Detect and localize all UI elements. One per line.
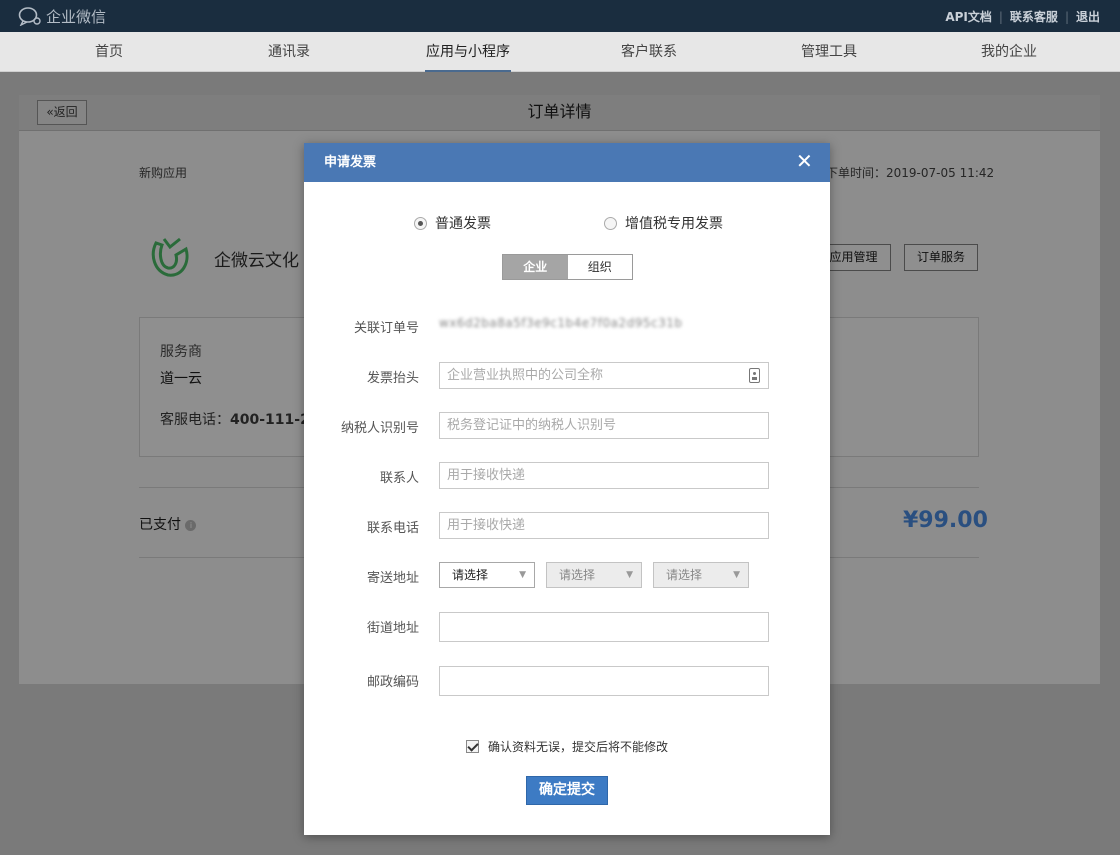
divider: | xyxy=(998,9,1003,24)
postcode-input[interactable] xyxy=(439,666,769,696)
page-title: 订单详情 xyxy=(527,102,592,121)
provider-name: 道一云 xyxy=(160,371,202,387)
id-card-icon[interactable] xyxy=(749,368,760,383)
street-input[interactable] xyxy=(439,612,769,642)
api-docs-link[interactable]: API文档 xyxy=(945,8,992,25)
city-select[interactable]: 请选择 ▼ xyxy=(546,562,642,588)
main-nav: 首页 通讯录 应用与小程序 客户联系 管理工具 我的企业 xyxy=(0,32,1120,72)
top-links: API文档 | 联系客服 | 退出 xyxy=(945,8,1100,25)
order-time: 下单时间：2019-07-05 11:42 xyxy=(826,164,994,181)
invoice-type-normal-label: 普通发票 xyxy=(435,216,491,232)
address-label: 寄送地址 xyxy=(366,571,419,586)
dialog-header: 申请发票 ✕ xyxy=(304,143,830,182)
caret-down-icon: ▼ xyxy=(626,570,633,580)
back-button[interactable]: «返回 xyxy=(37,100,87,125)
paid-label: 已支付 xyxy=(139,517,181,533)
confirm-row[interactable]: 确认资料无误，提交后将不能修改 xyxy=(466,738,668,755)
caret-down-icon: ▼ xyxy=(733,570,740,580)
phone-placeholder: 用于接收快递 xyxy=(447,518,526,533)
back-label: 返回 xyxy=(53,105,78,119)
invoice-type-vat-label: 增值税专用发票 xyxy=(625,216,723,232)
contact-input[interactable]: 用于接收快递 xyxy=(439,462,769,489)
invoice-title-input[interactable]: 企业营业执照中的公司全称 xyxy=(439,362,769,389)
phone-input[interactable]: 用于接收快递 xyxy=(439,512,769,539)
contact-support-link[interactable]: 联系客服 xyxy=(1010,8,1058,25)
order-time-value: 2019-07-05 11:42 xyxy=(886,166,995,180)
close-icon[interactable]: ✕ xyxy=(796,151,813,171)
province-select-value: 请选择 xyxy=(452,568,489,582)
purchase-type: 新购应用 xyxy=(139,166,188,180)
nav-customer-contact[interactable]: 客户联系 xyxy=(599,32,699,72)
tax-id-placeholder: 税务登记证中的纳税人识别号 xyxy=(447,418,617,433)
order-no-label: 关联订单号 xyxy=(353,321,419,336)
nav-my-company[interactable]: 我的企业 xyxy=(959,32,1059,72)
wecom-logo-icon xyxy=(18,7,41,26)
brand-name: 企业微信 xyxy=(46,7,107,26)
postcode-label: 邮政编码 xyxy=(366,675,419,690)
nav-apps[interactable]: 应用与小程序 xyxy=(425,32,511,72)
district-select-value: 请选择 xyxy=(666,568,703,582)
contact-label: 联系人 xyxy=(379,471,419,486)
info-icon[interactable]: i xyxy=(185,519,197,531)
district-select[interactable]: 请选择 ▼ xyxy=(653,562,749,588)
submit-button[interactable]: 确定提交 xyxy=(526,776,608,805)
nav-management-tools[interactable]: 管理工具 xyxy=(779,32,879,72)
paid-status: 已支付 i xyxy=(139,514,197,534)
contact-placeholder: 用于接收快递 xyxy=(447,468,526,483)
radio-unchecked-icon[interactable] xyxy=(604,216,617,230)
dialog-title: 申请发票 xyxy=(324,155,377,170)
tax-id-input[interactable]: 税务登记证中的纳税人识别号 xyxy=(439,412,769,439)
support-phone-label: 客服电话： xyxy=(160,412,230,428)
province-select[interactable]: 请选择 ▼ xyxy=(439,562,535,588)
provider-label: 服务商 xyxy=(160,344,202,360)
invoice-title-placeholder: 企业营业执照中的公司全称 xyxy=(447,368,604,383)
invoice-type-vat[interactable]: 增值税专用发票 xyxy=(604,213,723,233)
support-phone: 客服电话：400-111-26 xyxy=(160,409,320,429)
confirm-text: 确认资料无误，提交后将不能修改 xyxy=(488,740,669,754)
top-bar: 企业微信 API文档 | 联系客服 | 退出 xyxy=(0,0,1120,32)
order-service-button[interactable]: 订单服务 xyxy=(904,244,978,271)
nav-home[interactable]: 首页 xyxy=(59,32,159,72)
invoice-title-label: 发票抬头 xyxy=(366,371,419,386)
phone-label: 联系电话 xyxy=(366,521,419,536)
app-name: 企微云文化 xyxy=(214,251,299,271)
city-select-value: 请选择 xyxy=(559,568,596,582)
invoice-type-normal[interactable]: 普通发票 xyxy=(414,213,491,233)
tab-organization[interactable]: 组织 xyxy=(568,255,633,279)
tab-company[interactable]: 企业 xyxy=(503,255,568,279)
panel-header: 订单详情 «返回 xyxy=(19,95,1100,131)
divider: | xyxy=(1064,9,1069,24)
tax-id-label: 纳税人识别号 xyxy=(340,421,419,436)
caret-down-icon: ▼ xyxy=(519,570,526,580)
app-logo-icon xyxy=(151,237,189,277)
street-label: 街道地址 xyxy=(366,621,419,636)
invoice-dialog: 申请发票 ✕ 普通发票 增值税专用发票 企业 组织 关联订单号 wx6d2ba8… xyxy=(304,143,830,835)
entity-type-tabs: 企业 组织 xyxy=(502,254,633,280)
radio-checked-icon[interactable] xyxy=(414,216,427,230)
nav-contacts[interactable]: 通讯录 xyxy=(239,32,339,72)
confirm-checkbox[interactable] xyxy=(466,740,479,753)
order-time-label: 下单时间： xyxy=(826,166,887,180)
order-no-value: wx6d2ba8a5f3e9c1b4e7f0a2d95c31b xyxy=(439,316,683,330)
price: ¥99.00 xyxy=(903,508,988,533)
logout-link[interactable]: 退出 xyxy=(1076,8,1100,25)
brand-logo[interactable]: 企业微信 xyxy=(18,5,106,27)
double-chevron-left-icon: « xyxy=(46,105,54,119)
